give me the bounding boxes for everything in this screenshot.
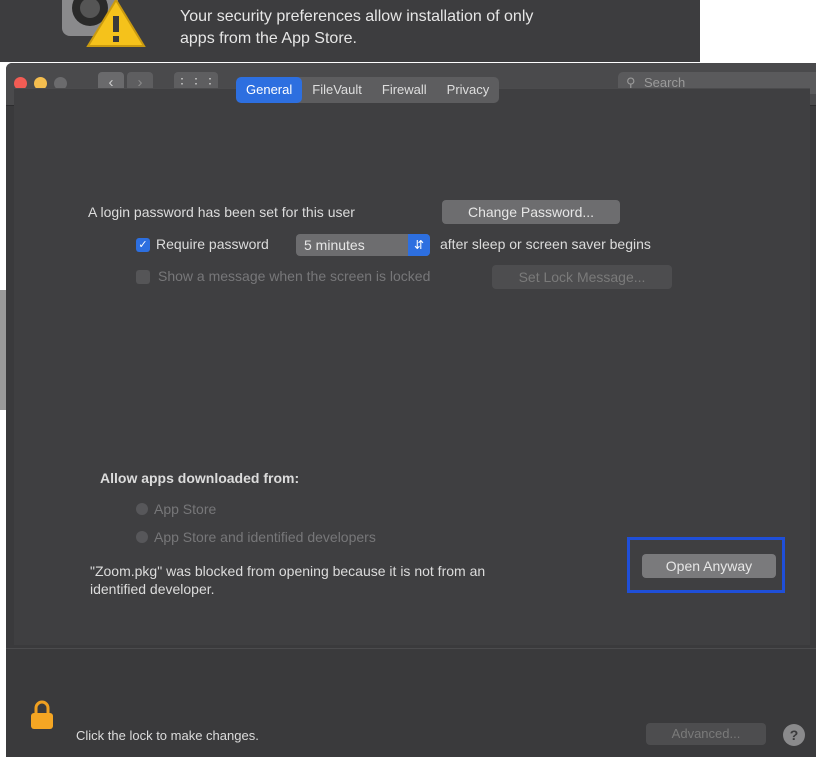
identified-developers-radio[interactable] bbox=[136, 531, 148, 543]
require-password-checkbox[interactable]: ✓ bbox=[136, 238, 150, 252]
blocked-message-line-1: "Zoom.pkg" was blocked from opening beca… bbox=[90, 563, 486, 579]
app-store-radio[interactable] bbox=[136, 503, 148, 515]
footer-divider bbox=[6, 648, 816, 649]
advanced-button[interactable]: Advanced... bbox=[646, 723, 766, 745]
blocked-app-message: "Zoom.pkg" was blocked from opening beca… bbox=[90, 562, 485, 598]
show-message-label: Show a message when the screen is locked bbox=[158, 268, 431, 284]
require-password-label: Require password bbox=[156, 236, 269, 252]
security-alert-banner: Your security preferences allow installa… bbox=[0, 0, 700, 62]
help-button[interactable]: ? bbox=[783, 724, 805, 746]
tab-general[interactable]: General bbox=[236, 77, 303, 103]
app-store-option-label: App Store bbox=[154, 501, 217, 517]
alert-line-1: Your security preferences allow installa… bbox=[180, 8, 534, 25]
identified-developers-option-label: App Store and identified developers bbox=[154, 529, 376, 545]
open-anyway-button[interactable]: Open Anyway bbox=[642, 554, 776, 578]
tab-firewall[interactable]: Firewall bbox=[372, 77, 437, 103]
set-lock-message-button[interactable]: Set Lock Message... bbox=[492, 265, 672, 289]
interval-value: 5 minutes bbox=[304, 237, 365, 253]
login-password-text: A login password has been set for this u… bbox=[88, 204, 355, 220]
tab-bar: General FileVault Firewall Privacy bbox=[236, 77, 500, 103]
allow-apps-heading: Allow apps downloaded from: bbox=[100, 470, 300, 486]
blocked-message-line-2: identified developer. bbox=[90, 581, 215, 597]
lock-icon[interactable] bbox=[30, 700, 54, 730]
tab-filevault[interactable]: FileVault bbox=[302, 77, 372, 103]
chevron-updown-icon: ⇵ bbox=[408, 234, 430, 256]
change-password-button[interactable]: Change Password... bbox=[442, 200, 620, 224]
tab-privacy[interactable]: Privacy bbox=[437, 77, 500, 103]
warning-icon bbox=[62, 0, 146, 47]
after-sleep-text: after sleep or screen saver begins bbox=[440, 236, 651, 252]
show-message-checkbox[interactable] bbox=[136, 270, 150, 284]
require-password-interval-select[interactable]: 5 minutes ⇵ bbox=[296, 234, 430, 256]
lock-instruction-text: Click the lock to make changes. bbox=[76, 728, 259, 743]
alert-line-2: apps from the App Store. bbox=[180, 30, 357, 47]
